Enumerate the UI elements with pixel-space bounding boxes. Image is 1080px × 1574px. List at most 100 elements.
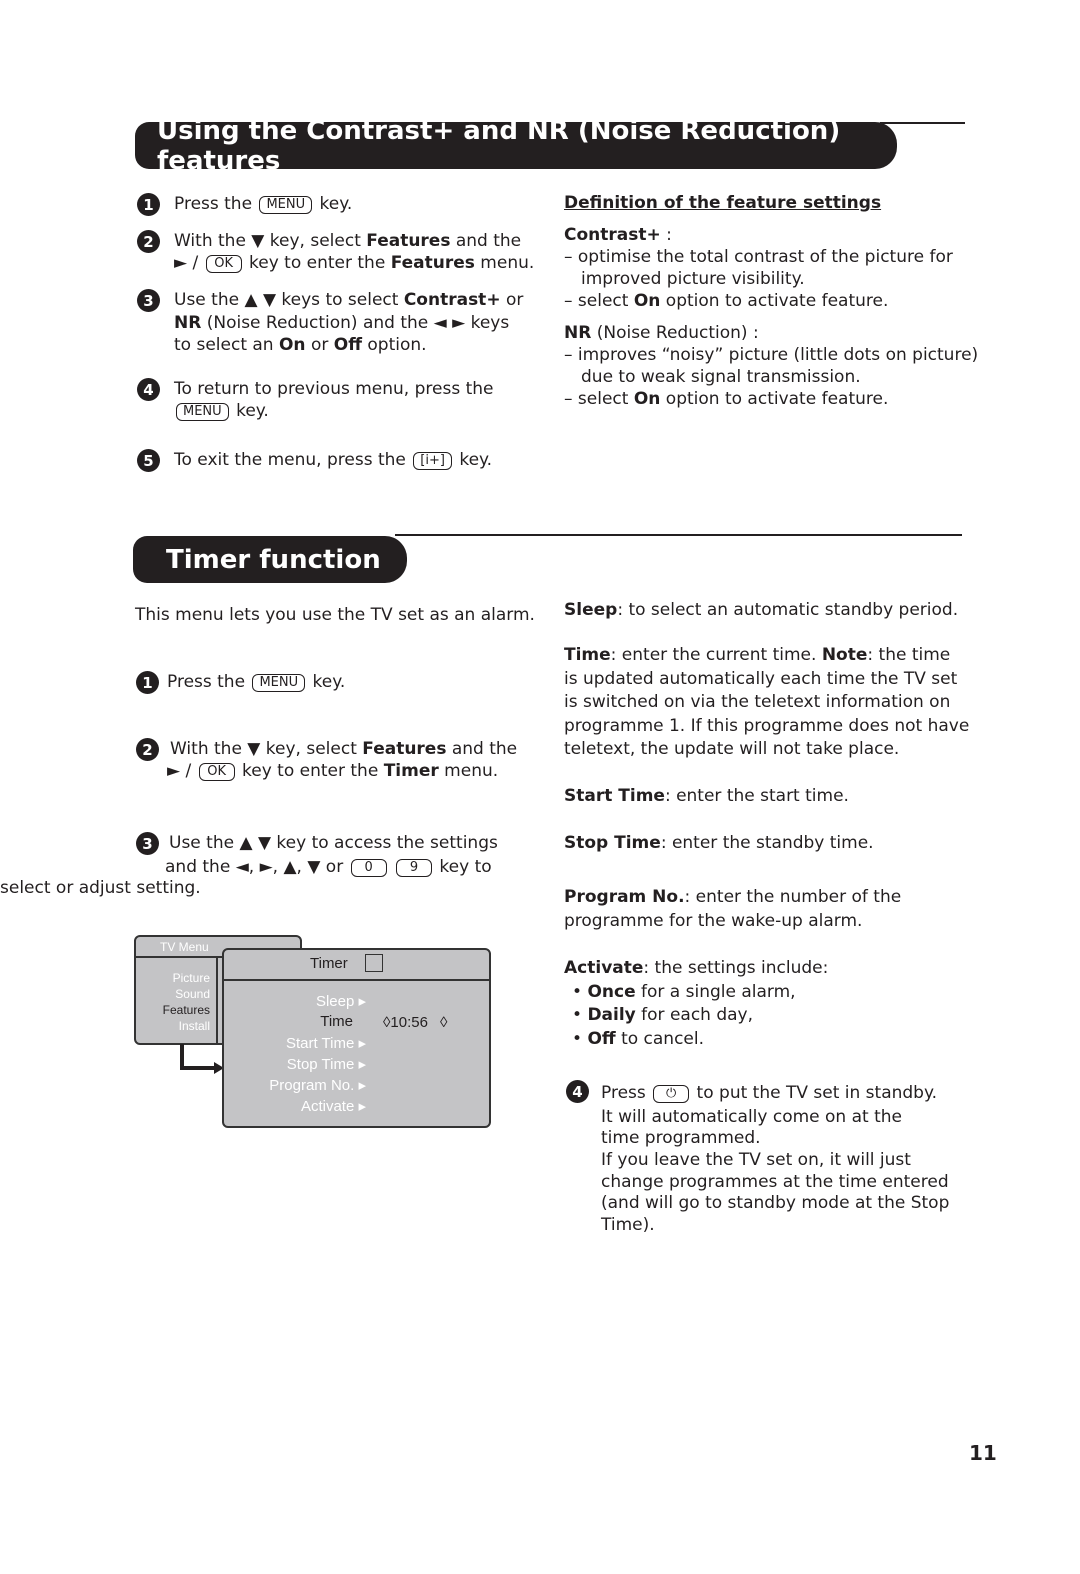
text-segment: programme for the wake-up alarm. (564, 911, 863, 931)
arrow-icon (180, 1044, 224, 1074)
text-line: select or adjust setting. (0, 877, 201, 899)
text-line: Use the ▲ ▼ key to access the settings (169, 832, 498, 854)
remote-key: ⏻ (653, 1085, 690, 1103)
text-segment: Features (390, 253, 475, 273)
text-segment: Use the ▲ ▼ keys to select (174, 290, 404, 310)
text-line: due to weak signal transmission. (581, 366, 861, 388)
text-segment: menu. (438, 761, 499, 781)
text-segment: NR (174, 313, 202, 333)
text-line: Activate: the settings include: (564, 957, 828, 979)
tv-menu-item[interactable]: Install (179, 1019, 210, 1033)
tv-menu-title: TV Menu (160, 940, 209, 954)
text-segment: Timer (383, 761, 439, 781)
text-segment: key. (230, 401, 269, 421)
timer-menu-title: Timer (310, 955, 348, 972)
text-segment: due to weak signal transmission. (581, 367, 861, 387)
text-segment: Off (587, 1029, 616, 1049)
text-line: – improves “noisy” picture (little dots … (564, 344, 978, 366)
text-segment: to cancel. (615, 1029, 705, 1049)
text-segment: for each day, (635, 1005, 754, 1025)
text-line: NR (Noise Reduction) and the ◄ ► keys (174, 312, 509, 334)
text-segment: Use the ▲ ▼ key to access the settings (169, 833, 498, 853)
text-segment: On (633, 291, 661, 311)
text-line: This menu lets you use the TV set as an … (135, 604, 535, 626)
remote-key: OK (205, 255, 242, 273)
text-segment: If you leave the TV set on, it will just (601, 1150, 911, 1170)
text-segment: change programmes at the time entered (601, 1172, 949, 1192)
divider (395, 534, 962, 536)
step-number: 5 (137, 449, 160, 472)
text-segment: Sleep (564, 600, 618, 620)
timer-menu-item[interactable]: Start Time ▸ (286, 1034, 366, 1052)
text-segment: Press (601, 1083, 652, 1103)
text-segment: and the (450, 231, 522, 251)
text-segment: or (305, 335, 334, 355)
text-line: ► / OK key to enter the Timer menu. (167, 760, 498, 782)
step-number: 3 (137, 289, 160, 312)
text-segment: With the ▼ key, select (174, 231, 367, 251)
timer-menu-item[interactable]: Program No. ▸ (269, 1076, 366, 1094)
text-segment: key to enter the (236, 761, 384, 781)
timer-menu-item[interactable]: Stop Time ▸ (287, 1055, 366, 1073)
text-segment: : the settings include: (643, 958, 829, 978)
divider (880, 122, 965, 124)
text-segment: (Noise Reduction) and the ◄ ► keys (201, 313, 510, 333)
text-line: ► / OK key to enter the Features menu. (174, 252, 534, 274)
text-segment: is updated automatically each time the T… (564, 669, 958, 689)
text-line: is updated automatically each time the T… (564, 668, 957, 690)
text-segment: key. (453, 450, 493, 470)
remote-key: 9 (396, 859, 433, 877)
text-segment: : the time (867, 645, 951, 665)
text-segment: and the (446, 739, 518, 759)
text-segment: Press the (174, 194, 258, 214)
step-number: 1 (136, 671, 159, 694)
text-line: – optimise the total contrast of the pic… (564, 246, 953, 268)
text-line: Definition of the feature settings (564, 192, 881, 214)
text-line: programme 1. If this programme does not … (564, 715, 969, 737)
text-segment: Features (366, 231, 451, 251)
tv-menu-item[interactable]: Picture (173, 971, 210, 985)
tv-menu-item[interactable]: Features (163, 1003, 210, 1017)
timer-menu-item[interactable]: Time (320, 1013, 353, 1030)
text-segment: To return to previous menu, press the (174, 379, 494, 399)
timer-icon (365, 954, 383, 972)
text-segment: With the ▼ key, select (170, 739, 363, 759)
text-segment: option to activate feature. (660, 291, 889, 311)
text-segment: : (660, 225, 672, 245)
timer-menu-item[interactable]: Sleep ▸ (316, 992, 366, 1010)
text-segment: option. (361, 335, 427, 355)
text-line: and the ◄, ►, ▲, ▼ or 0 9 key to (165, 856, 492, 878)
text-segment: To exit the menu, press the (174, 450, 412, 470)
text-segment: ► / (174, 253, 204, 273)
text-segment: and the ◄, ►, ▲, ▼ or (165, 857, 349, 877)
text-line: Stop Time: enter the standby time. (564, 832, 874, 854)
text-segment: to put the TV set in standby. (691, 1083, 938, 1103)
text-line: To return to previous menu, press the (174, 378, 494, 400)
text-segment: key. (307, 672, 346, 692)
text-line: Program No.: enter the number of the (564, 886, 901, 908)
text-segment: Off (333, 335, 362, 355)
text-line: To exit the menu, press the [i+] key. (174, 449, 492, 471)
text-segment: • (572, 1029, 588, 1049)
text-segment: : to select an automatic standby period. (617, 600, 959, 620)
timer-menu-item[interactable]: Activate ▸ (301, 1097, 366, 1115)
text-line: • Once for a single alarm, (572, 981, 796, 1003)
text-line: (and will go to standby mode at the Stop (601, 1192, 949, 1214)
text-segment: On (278, 335, 306, 355)
text-segment: • (572, 1005, 588, 1025)
time-value[interactable]: ◊10:56 ◊ (383, 1014, 447, 1031)
text-line: improved picture visibility. (581, 268, 805, 290)
text-line: Time). (601, 1214, 655, 1236)
text-segment: Daily (587, 1005, 636, 1025)
text-line: Contrast+ : (564, 224, 672, 246)
text-segment: Contrast+ (564, 225, 661, 245)
text-line: It will automatically come on at the (601, 1106, 902, 1128)
text-segment: or (500, 290, 524, 310)
step-number: 2 (136, 738, 159, 761)
text-line: change programmes at the time entered (601, 1171, 949, 1193)
text-segment: programme 1. If this programme does not … (564, 716, 970, 736)
text-segment: Activate (564, 958, 644, 978)
tv-menu-item[interactable]: Sound (175, 987, 210, 1001)
remote-key: [i+] (413, 452, 452, 470)
text-line: Use the ▲ ▼ keys to select Contrast+ or (174, 289, 523, 311)
